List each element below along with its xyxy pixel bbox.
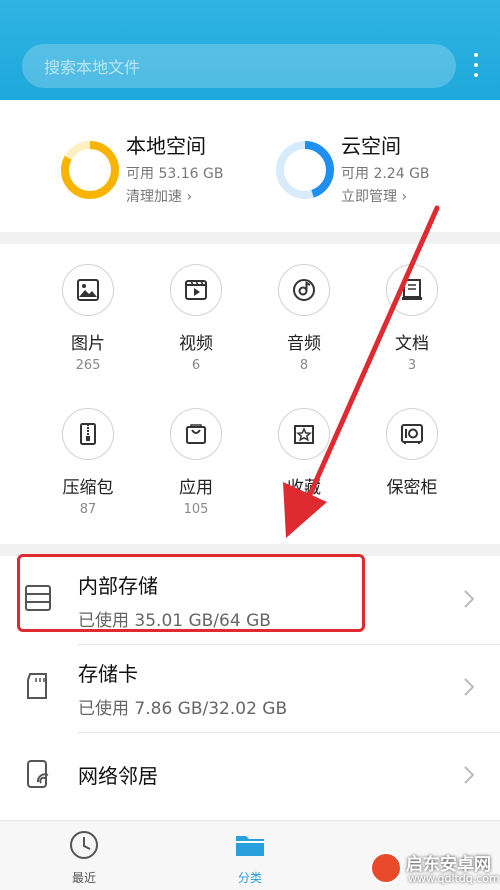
chevron-right-icon <box>464 766 474 784</box>
watermark-url: www.qdltdq.com <box>408 872 500 885</box>
star-icon <box>278 408 330 460</box>
watermark-logo-icon <box>370 852 402 884</box>
manage-now-link[interactable]: 立即管理 › <box>341 186 407 206</box>
image-icon <box>62 264 114 316</box>
category-images[interactable]: 图片 265 <box>38 264 138 373</box>
category-count: 6 <box>191 358 201 373</box>
local-space-available: 可用 53.16 GB <box>126 166 224 182</box>
category-safe[interactable]: 保密柜 <box>362 408 462 502</box>
chevron-right-icon <box>464 678 474 696</box>
tab-recent[interactable]: 最近 <box>44 829 124 886</box>
video-icon <box>170 264 222 316</box>
watermark: 启东安卓网 www.qdltdq.com <box>368 848 500 890</box>
category-apps[interactable]: 应用 105 <box>146 408 246 517</box>
tab-label: 分类 <box>237 871 262 885</box>
list-item-network[interactable]: 网络邻居 <box>0 732 500 820</box>
tab-label: 最近 <box>71 871 96 885</box>
local-space-title: 本地空间 <box>126 134 206 158</box>
category-documents[interactable]: 文档 3 <box>362 264 462 373</box>
category-label: 文档 <box>395 334 429 354</box>
cloud-space-ring <box>276 141 334 199</box>
zip-icon <box>62 408 114 460</box>
cloud-space-available: 可用 2.24 GB <box>341 166 430 182</box>
clock-icon <box>70 831 98 859</box>
header: 搜索本地文件 <box>0 0 500 100</box>
list-item-title: 网络邻居 <box>78 764 158 788</box>
music-icon <box>278 264 330 316</box>
category-label: 收藏 <box>287 478 321 498</box>
highlight-box <box>17 554 365 632</box>
cloud-space-title: 云空间 <box>341 134 401 158</box>
category-label: 应用 <box>179 478 213 498</box>
category-count: 8 <box>299 358 309 373</box>
list-item-usage: 已使用 7.86 GB/32.02 GB <box>78 699 288 719</box>
category-count: 3 <box>407 358 417 373</box>
category-label: 压缩包 <box>62 478 114 498</box>
category-label: 视频 <box>179 334 213 354</box>
chevron-right-icon <box>464 590 474 608</box>
list-item-title: 存储卡 <box>78 662 138 686</box>
category-label: 保密柜 <box>386 478 438 498</box>
sd-card-icon <box>27 673 47 699</box>
search-input[interactable]: 搜索本地文件 <box>22 44 456 88</box>
search-placeholder: 搜索本地文件 <box>44 58 141 77</box>
document-icon <box>386 264 438 316</box>
category-archives[interactable]: 压缩包 87 <box>38 408 138 517</box>
list-item-sd-card[interactable]: 存储卡 已使用 7.86 GB/32.02 GB <box>0 644 500 732</box>
tab-categories[interactable]: 分类 <box>210 829 290 886</box>
app-bag-icon <box>170 408 222 460</box>
category-videos[interactable]: 视频 6 <box>146 264 246 373</box>
clean-speedup-link[interactable]: 清理加速 › <box>126 186 192 206</box>
network-icon <box>27 760 49 788</box>
category-favorites[interactable]: 收藏 <box>254 408 354 502</box>
storage-overview: 本地空间 可用 53.16 GB 清理加速 › 云空间 可用 2.24 GB 立… <box>0 100 500 232</box>
category-grid: 图片 265 视频 6 音频 8 文档 3 压缩包 87 应用 105 收藏 保… <box>0 244 500 544</box>
category-count: 105 <box>183 502 209 517</box>
category-count: 87 <box>79 502 97 517</box>
folder-icon <box>236 836 264 856</box>
category-label: 图片 <box>71 334 105 354</box>
safe-icon <box>386 408 438 460</box>
more-options-icon[interactable] <box>470 50 482 80</box>
category-label: 音频 <box>287 334 321 354</box>
category-count: 265 <box>75 358 101 373</box>
local-space-ring <box>61 141 119 199</box>
category-audio[interactable]: 音频 8 <box>254 264 354 373</box>
